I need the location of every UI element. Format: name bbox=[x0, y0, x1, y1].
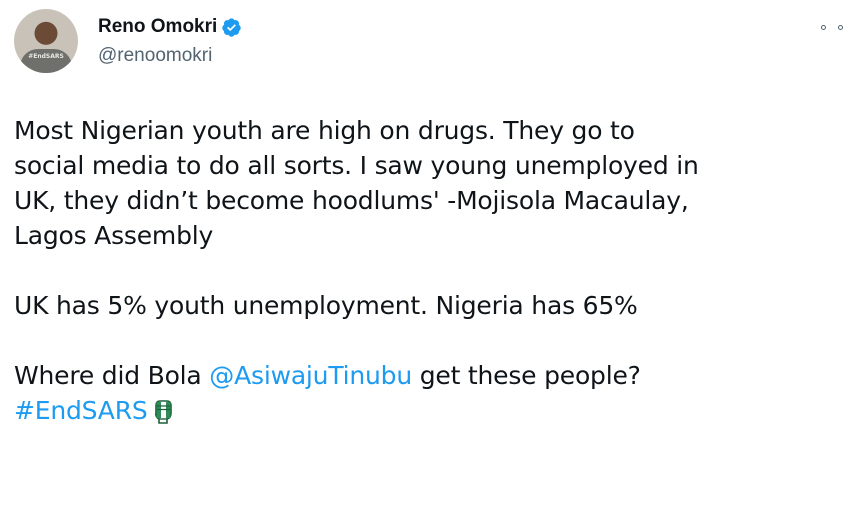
verified-badge-icon bbox=[222, 17, 241, 37]
mention-link[interactable]: @AsiwajuTinubu bbox=[209, 361, 412, 390]
author-handle[interactable]: @renoomokri bbox=[98, 45, 242, 67]
more-dot bbox=[838, 24, 843, 30]
tweet-card: #EndSARS Reno Omokri @renoomokri Most Ni… bbox=[0, 0, 857, 511]
author-display-name[interactable]: Reno Omokri bbox=[98, 16, 217, 38]
tweet-paragraph-question: Where did Bola @AsiwajuTinubu get these … bbox=[14, 358, 852, 393]
name-row: Reno Omokri bbox=[98, 15, 242, 39]
question-prefix: Where did Bola bbox=[14, 361, 210, 390]
question-suffix: get these people? bbox=[411, 361, 641, 390]
tweet-paragraph-quote: Most Nigerian youth are high on drugs. T… bbox=[14, 116, 699, 250]
tweet-header: #EndSARS Reno Omokri @renoomokri bbox=[14, 9, 242, 73]
avatar-shirt-text: #EndSARS bbox=[28, 53, 64, 60]
avatar[interactable]: #EndSARS bbox=[14, 9, 78, 73]
hashtag-line: #EndSARS bbox=[14, 393, 852, 428]
tweet-text: Most Nigerian youth are high on drugs. T… bbox=[14, 113, 852, 428]
endsars-fist-emoji-icon bbox=[154, 400, 172, 424]
author-info: Reno Omokri @renoomokri bbox=[98, 15, 242, 67]
tweet-paragraph-statistic: UK has 5% youth unemployment. Nigeria ha… bbox=[14, 291, 638, 320]
more-dot bbox=[821, 24, 826, 30]
hashtag-link[interactable]: #EndSARS bbox=[14, 396, 148, 425]
more-options-icon[interactable] bbox=[821, 20, 843, 34]
